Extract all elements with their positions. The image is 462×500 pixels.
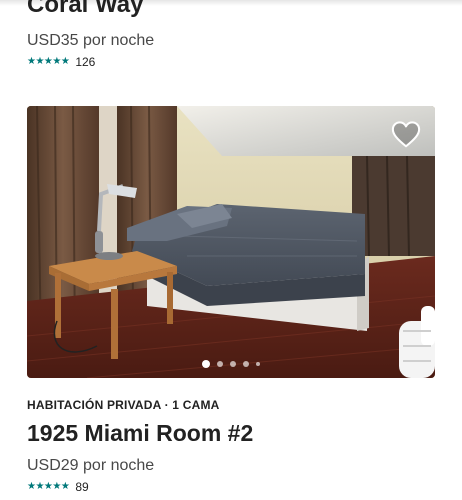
review-count: 126 (75, 55, 96, 69)
star-rating-icon: ★★★★★ (27, 481, 70, 492)
listing-photo-carousel[interactable] (27, 106, 435, 378)
star-rating-icon: ★★★★★ (27, 56, 70, 67)
previous-listing-card[interactable]: Coral Way USD35 por noche ★★★★★ 126 (0, 0, 462, 80)
photo-dot-active[interactable] (202, 360, 210, 368)
photo-dot[interactable] (230, 361, 236, 367)
listing-rating: ★★★★★ 89 (27, 480, 89, 494)
previous-listing-rating: ★★★★★ 126 (27, 55, 95, 69)
photo-dot[interactable] (256, 362, 260, 366)
photo-dot[interactable] (243, 361, 249, 367)
review-count: 89 (75, 480, 89, 494)
header-shadow (0, 0, 462, 6)
favorite-button[interactable] (391, 120, 421, 150)
heart-outline-icon (391, 121, 421, 148)
previous-listing-price: USD35 por noche (27, 32, 155, 49)
room-photo (27, 106, 435, 378)
listing-type-label: HABITACIÓN PRIVADA · 1 CAMA (27, 398, 220, 412)
photo-dot[interactable] (217, 361, 223, 367)
listing-price: USD29 por noche (27, 457, 155, 474)
photo-pagination (27, 360, 435, 368)
listing-title[interactable]: 1925 Miami Room #2 (27, 419, 253, 447)
